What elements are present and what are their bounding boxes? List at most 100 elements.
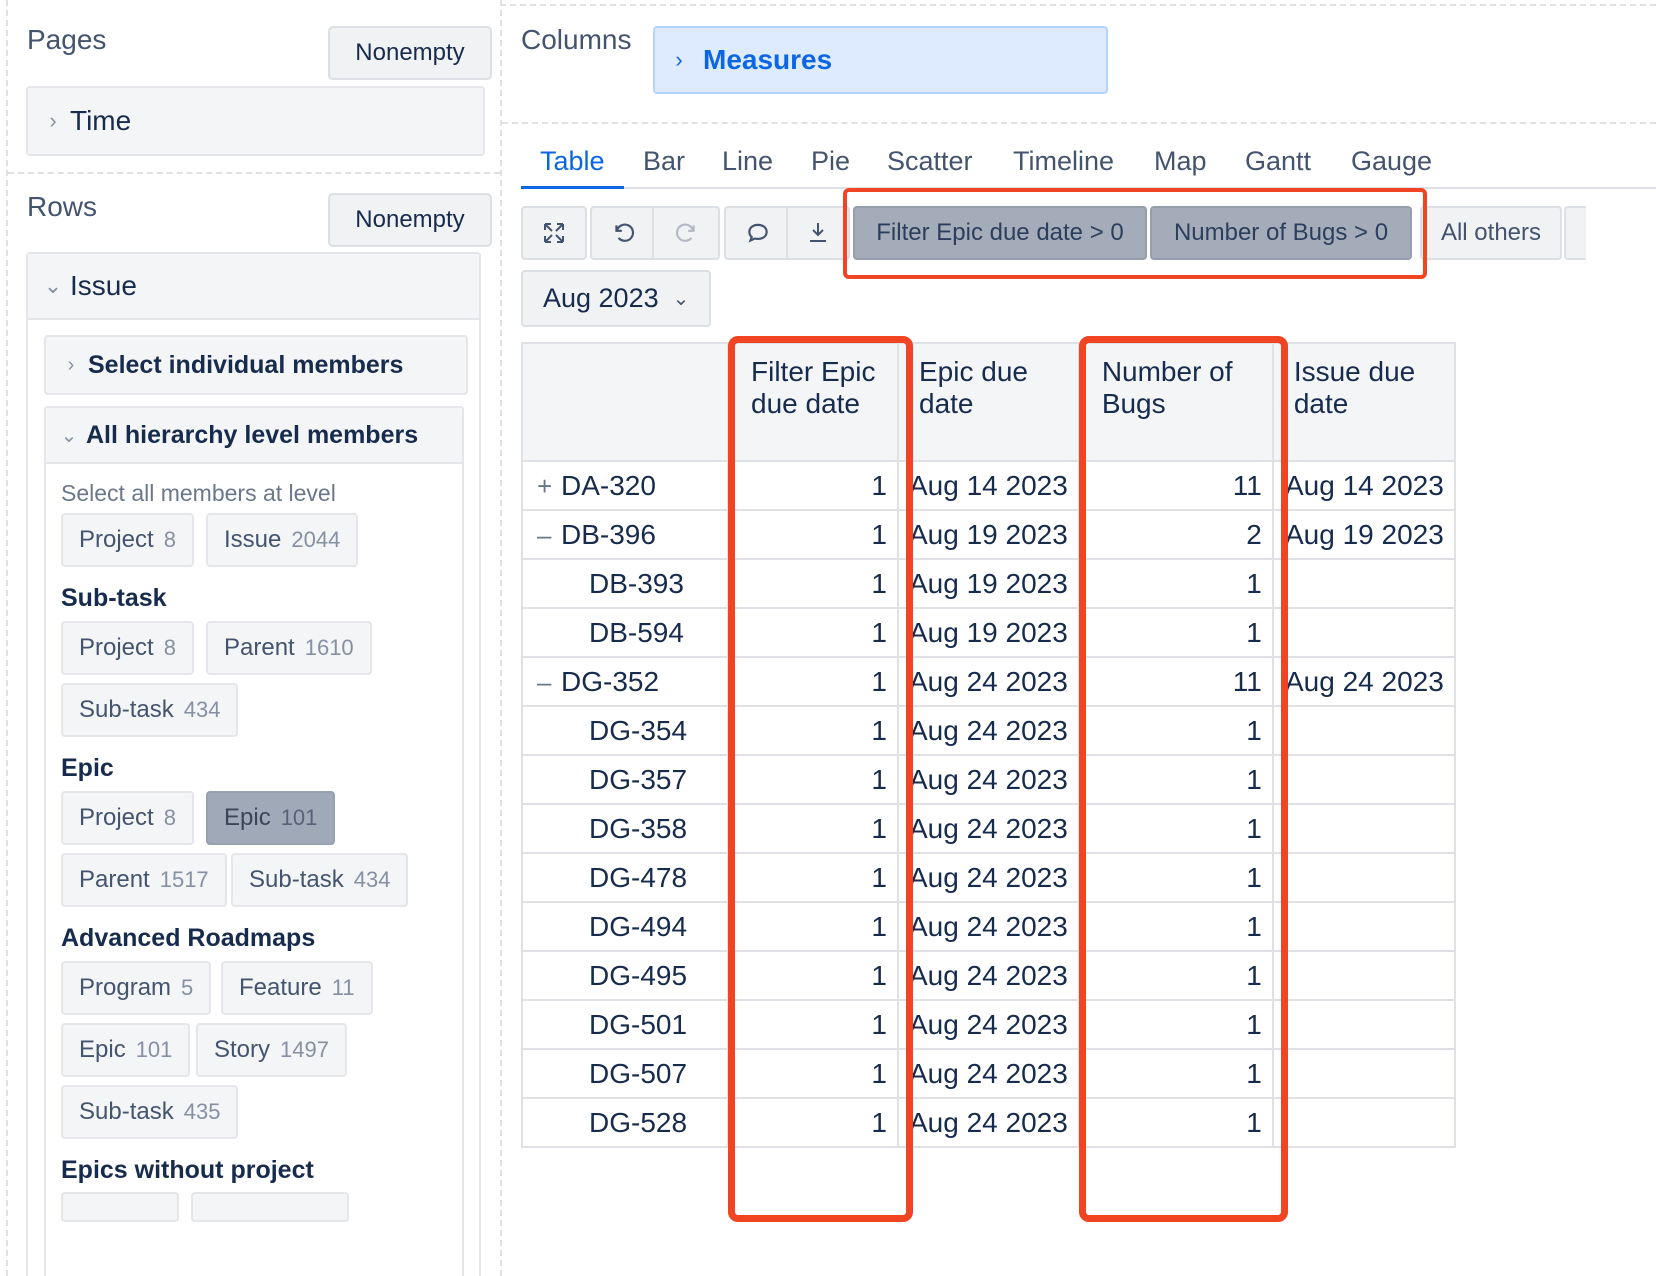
row-header[interactable]: DG-354 <box>521 705 729 756</box>
select-all-label: Select all members at level <box>61 480 336 506</box>
export-button[interactable] <box>786 206 850 260</box>
epic-chip-project[interactable]: Project 8 <box>61 791 194 845</box>
page-member-select[interactable]: Aug 2023 ⌄ <box>521 270 711 327</box>
subtask-chip-project[interactable]: Project 8 <box>61 621 194 675</box>
tab-line[interactable]: Line <box>722 146 773 177</box>
filter-number-of-bugs-button[interactable]: Number of Bugs > 0 <box>1150 206 1412 260</box>
cell-epic-due-date: Aug 24 2023 <box>897 1097 1080 1148</box>
pages-time-dimension[interactable]: › Time <box>26 86 485 156</box>
epic-chip-subtask[interactable]: Sub-task 434 <box>231 853 409 907</box>
row-header[interactable]: DG-501 <box>521 999 729 1050</box>
level-chip-issue[interactable]: Issue 2044 <box>206 513 359 567</box>
cell-issue-due-date <box>1271 999 1456 1050</box>
cell-epic-due-date: Aug 24 2023 <box>897 705 1080 756</box>
expand-icon[interactable]: + <box>537 471 561 502</box>
issue-key: DG-494 <box>589 910 688 942</box>
tab-gauge[interactable]: Gauge <box>1351 146 1432 177</box>
row-header[interactable]: + DA-320 <box>521 460 729 511</box>
collapse-icon[interactable]: – <box>537 667 561 698</box>
filter-epic-due-date-button[interactable]: Filter Epic due date > 0 <box>853 206 1147 260</box>
roadmaps-chip-story[interactable]: Story 1497 <box>196 1023 347 1077</box>
epic-chip-epic-selected[interactable]: Epic 101 <box>206 791 336 845</box>
subtask-chip-parent[interactable]: Parent 1610 <box>206 621 372 675</box>
cell-epic-due-date: Aug 24 2023 <box>897 656 1080 707</box>
tab-scatter[interactable]: Scatter <box>887 146 973 177</box>
cell-number-of-bugs: 1 <box>1077 754 1274 805</box>
collapse-icon[interactable]: – <box>537 520 561 551</box>
table-row: – DG-352 1 Aug 24 2023 11 Aug 24 2023 <box>521 656 1456 707</box>
epic-chip-parent[interactable]: Parent 1517 <box>61 853 227 907</box>
level-chip-project[interactable]: Project 8 <box>61 513 194 567</box>
cell-issue-due-date: Aug 19 2023 <box>1271 509 1456 560</box>
row-header[interactable]: DG-494 <box>521 901 729 952</box>
cell-filter-epic-due-date: 1 <box>727 999 899 1050</box>
row-header[interactable]: DB-393 <box>521 558 729 609</box>
redo-button[interactable] <box>652 206 720 260</box>
roadmaps-chip-program[interactable]: Program 5 <box>61 961 212 1015</box>
chevron-down-icon: ⌄ <box>43 273 63 298</box>
undo-button[interactable] <box>590 206 658 260</box>
columns-title: Columns <box>521 24 632 55</box>
top-border <box>500 4 1656 6</box>
roadmaps-chip-feature[interactable]: Feature 11 <box>221 961 373 1015</box>
tab-bar[interactable]: Bar <box>643 146 685 177</box>
issue-key: DG-478 <box>589 861 688 893</box>
cell-issue-due-date <box>1271 1097 1456 1148</box>
cell-epic-due-date: Aug 14 2023 <box>897 460 1080 511</box>
pages-nonempty-button[interactable]: Nonempty <box>328 26 492 80</box>
cell-number-of-bugs: 1 <box>1077 999 1274 1050</box>
select-individual-members[interactable]: › Select individual members <box>44 335 468 395</box>
row-header[interactable]: DG-478 <box>521 852 729 903</box>
cell-issue-due-date <box>1271 754 1456 805</box>
row-header[interactable]: DG-495 <box>521 950 729 1001</box>
header-issue-due-date[interactable]: Issue due date <box>1271 342 1456 462</box>
row-header[interactable]: DG-358 <box>521 803 729 854</box>
cell-epic-due-date: Aug 24 2023 <box>897 999 1080 1050</box>
rows-nonempty-button[interactable]: Nonempty <box>328 193 492 247</box>
cell-number-of-bugs: 1 <box>1077 852 1274 903</box>
issue-key: DG-358 <box>589 812 688 844</box>
tab-gantt[interactable]: Gantt <box>1245 146 1311 177</box>
row-header[interactable]: – DB-396 <box>521 509 729 560</box>
partial-chip[interactable] <box>61 1192 179 1222</box>
header-epic-due-date[interactable]: Epic due date <box>897 342 1080 462</box>
table-row: DG-354 1 Aug 24 2023 1 <box>521 705 1456 756</box>
roadmaps-chip-epic[interactable]: Epic 101 <box>61 1023 191 1077</box>
tab-timeline[interactable]: Timeline <box>1013 146 1114 177</box>
subtask-chip-subtask[interactable]: Sub-task 434 <box>61 683 239 737</box>
page-select-value: Aug 2023 <box>543 283 659 313</box>
cell-issue-due-date: Aug 14 2023 <box>1271 460 1456 511</box>
issue-dimension-header[interactable]: ⌄ Issue <box>28 254 479 320</box>
all-others-button[interactable]: All others <box>1420 206 1562 260</box>
row-header[interactable]: DG-528 <box>521 1097 729 1148</box>
comment-button[interactable] <box>724 206 792 260</box>
redo-icon <box>675 223 695 242</box>
fullscreen-button[interactable] <box>521 206 587 260</box>
row-header[interactable]: DG-357 <box>521 754 729 805</box>
all-hierarchy-label: All hierarchy level members <box>86 420 419 449</box>
row-header[interactable]: DB-594 <box>521 607 729 658</box>
roadmaps-chip-subtask[interactable]: Sub-task 435 <box>61 1085 239 1139</box>
measures-dimension[interactable]: › Measures <box>653 26 1108 94</box>
tab-table[interactable]: Table <box>540 146 605 177</box>
issue-key: DG-495 <box>589 959 688 991</box>
row-header[interactable]: – DG-352 <box>521 656 729 707</box>
tab-map[interactable]: Map <box>1154 146 1207 177</box>
cell-filter-epic-due-date: 1 <box>727 1048 899 1099</box>
cell-number-of-bugs: 2 <box>1077 509 1274 560</box>
issue-key: DB-396 <box>561 518 656 550</box>
dimension-label: Time <box>70 105 132 136</box>
active-tab-indicator <box>521 186 624 189</box>
partial-button[interactable] <box>1564 206 1586 260</box>
cell-issue-due-date <box>1271 607 1456 658</box>
cell-issue-due-date <box>1271 950 1456 1001</box>
pages-rows-divider <box>8 172 500 174</box>
tab-pie[interactable]: Pie <box>811 146 850 177</box>
header-filter-epic-due-date[interactable]: Filter Epic due date <box>727 342 899 462</box>
measures-label: Measures <box>703 44 833 75</box>
cell-number-of-bugs: 1 <box>1077 1048 1274 1099</box>
header-number-of-bugs[interactable]: Number of Bugs <box>1077 342 1274 462</box>
partial-chip[interactable] <box>191 1192 349 1222</box>
row-header[interactable]: DG-507 <box>521 1048 729 1099</box>
all-hierarchy-header[interactable]: ⌄ All hierarchy level members <box>46 408 462 464</box>
